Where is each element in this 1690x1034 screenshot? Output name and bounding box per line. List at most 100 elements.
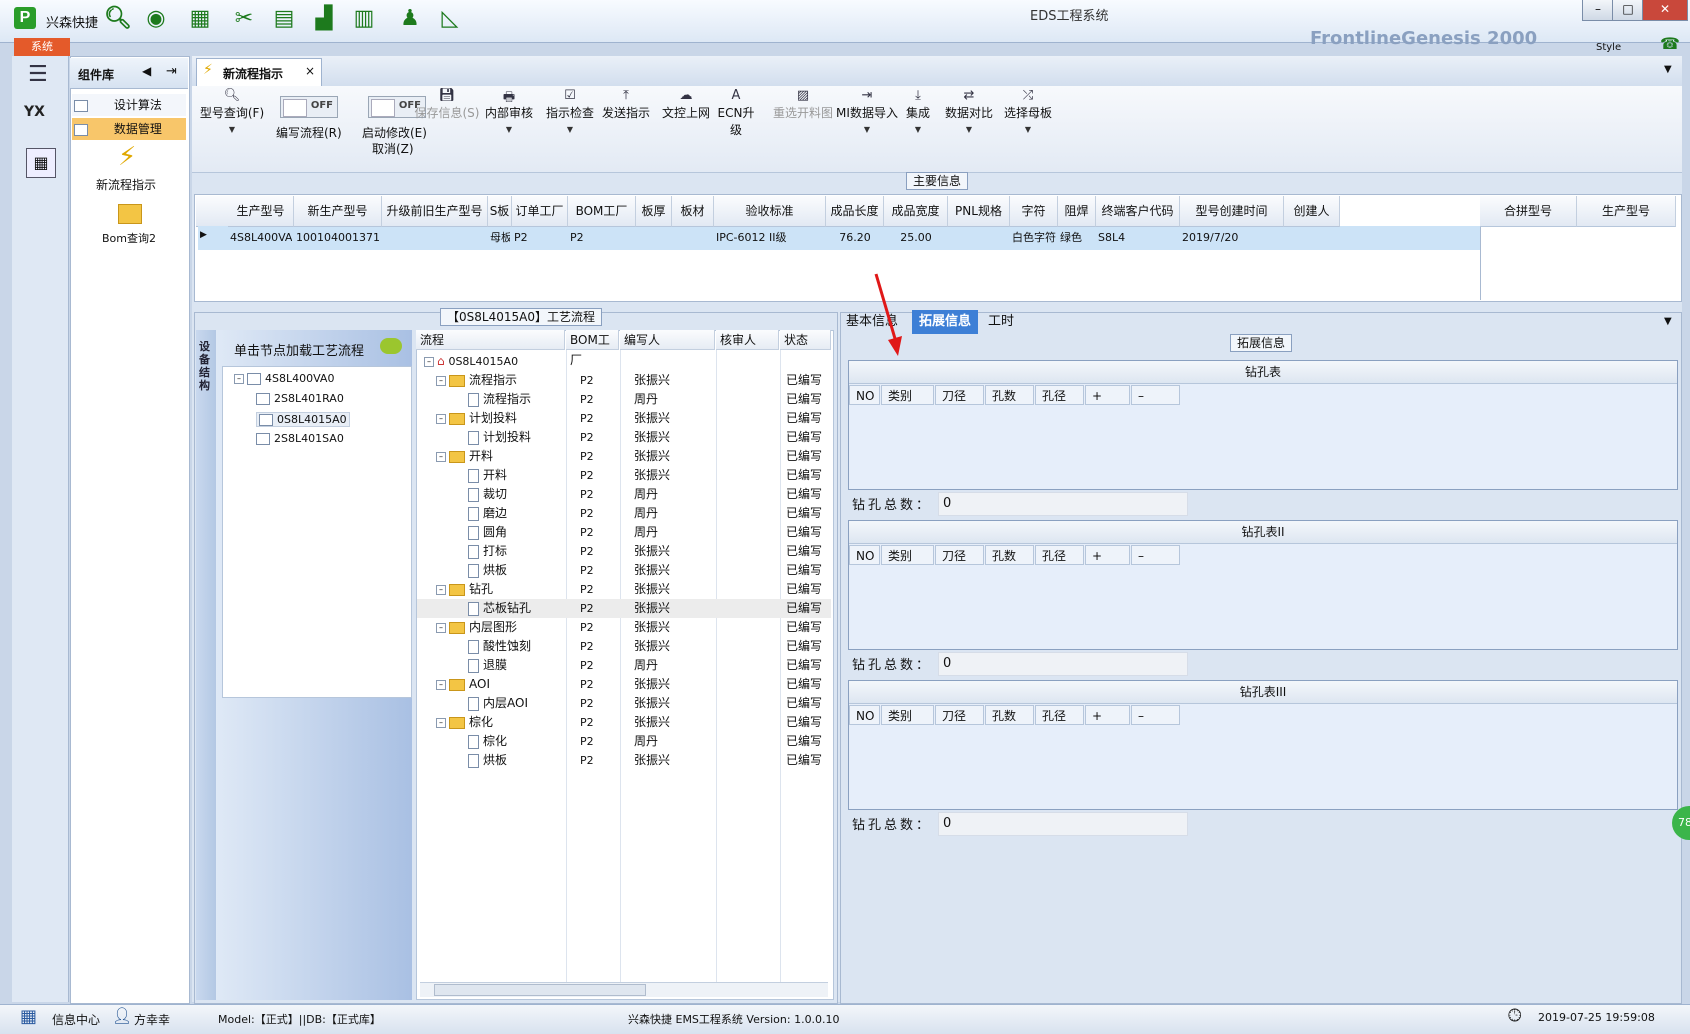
collapse-icon[interactable]: – (436, 413, 446, 424)
drill-total-field[interactable]: 0 (938, 652, 1188, 676)
building-icon[interactable]: ▟ (310, 5, 338, 33)
comp-item-design-algorithm[interactable]: 设计算法 (72, 94, 186, 116)
model-query-button[interactable]: 🔍︎ 型号查询(F) ▼ (196, 88, 268, 134)
user-icon[interactable]: ♟ (396, 5, 424, 33)
instruction-check-button[interactable]: ☑ 指示检查 ▼ (542, 88, 598, 134)
system-tab[interactable]: 系统 (14, 38, 70, 56)
collapse-icon[interactable]: – (436, 451, 446, 462)
list-item[interactable]: – 钻孔 (436, 580, 493, 599)
node-icon (256, 393, 270, 405)
tree-node[interactable]: 2S8L401RA0 (256, 392, 344, 405)
integrate-button[interactable]: ⤓ 集成 ▼ (900, 88, 936, 134)
remove-row-button[interactable]: – (1131, 545, 1180, 565)
remove-row-button[interactable]: – (1131, 705, 1180, 725)
add-row-button[interactable]: + (1085, 705, 1130, 725)
collapse-icon[interactable]: – (424, 356, 434, 367)
banner-label: FrontlineGenesis 2000 (1310, 28, 1538, 49)
collapse-arrow-icon[interactable]: ◀ (142, 64, 151, 78)
list-item[interactable]: – 棕化 (436, 713, 493, 732)
list-item[interactable]: – 计划投料 (436, 409, 517, 428)
list-item[interactable]: 磨边 (468, 504, 507, 523)
search-icon[interactable]: 🔍︎ (104, 5, 132, 33)
close-button[interactable]: ✕ (1642, 0, 1688, 21)
internal-review-button[interactable]: 🖶︎ 内部审核 ▼ (484, 88, 534, 134)
minimize-button[interactable]: – (1582, 0, 1614, 21)
yx-module-icon[interactable]: YX (24, 104, 56, 132)
calculator-icon[interactable]: ▦ (26, 148, 56, 178)
drill-total-field[interactable]: 0 (938, 492, 1188, 516)
list-item[interactable]: 流程指示 (468, 390, 531, 409)
tree-node[interactable]: – 4S8L400VA0 (234, 372, 334, 385)
collapse-icon[interactable]: – (436, 622, 446, 633)
list-item[interactable]: 打标 (468, 542, 507, 561)
list-item[interactable]: 棕化 (468, 732, 507, 751)
scrollbar-thumb[interactable] (434, 984, 646, 996)
list-item[interactable]: 内层AOI (468, 694, 528, 713)
list-item[interactable]: 酸性蚀刻 (468, 637, 531, 656)
extended-caption: 拓展信息 (1230, 334, 1293, 352)
windows-grid-icon[interactable]: ▦ (20, 1008, 40, 1026)
collapse-icon[interactable]: – (234, 374, 244, 384)
remove-row-button[interactable]: – (1131, 385, 1180, 405)
list-item[interactable]: 圆角 (468, 523, 507, 542)
reselect-cutting-button[interactable]: ▨ 重选开料图 (770, 88, 836, 121)
list-item[interactable]: – AOI (436, 675, 490, 694)
select-mother-board-button[interactable]: ⤮ 选择母板 ▼ (1002, 88, 1054, 134)
send-instruction-button[interactable]: ⤒ 发送指示 (598, 88, 654, 121)
table-icon[interactable]: ▥ (350, 5, 378, 33)
drill-column-header: 孔数 (985, 385, 1034, 405)
tab-dropdown-icon[interactable]: ▼ (1664, 64, 1672, 75)
collapse-icon[interactable]: – (436, 717, 446, 728)
list-item[interactable]: 烘板 (468, 561, 507, 580)
film-icon[interactable]: ▤ (270, 5, 298, 33)
tree-node[interactable]: 0S8L4015A0 (256, 412, 350, 427)
tab-close-icon[interactable]: × (305, 64, 315, 78)
tab-work-hours[interactable]: 工时 (988, 310, 1014, 334)
chart-icon[interactable]: ◺ (436, 5, 464, 33)
tree-node[interactable]: 2S8L401SA0 (256, 432, 344, 445)
list-item[interactable]: – 流程指示 (436, 371, 517, 390)
list-item[interactable]: 计划投料 (468, 428, 531, 447)
add-row-button[interactable]: + (1085, 385, 1130, 405)
collapse-icon[interactable]: – (436, 584, 446, 595)
info-center-link[interactable]: 信息中心 (52, 1011, 100, 1028)
grid-icon[interactable]: ▦ (186, 5, 214, 33)
globe-icon[interactable]: ◉ (142, 5, 170, 33)
style-menu[interactable]: Style (1596, 42, 1621, 53)
list-item[interactable]: 裁切 (468, 485, 507, 504)
row-header-corner (196, 196, 229, 227)
comp-item-data-management[interactable]: 数据管理 (72, 118, 186, 140)
doc-control-button[interactable]: ☁ 文控上网 (658, 88, 714, 121)
list-item[interactable]: 芯板钻孔 (468, 599, 531, 618)
tools-icon[interactable]: ✂ (230, 5, 258, 33)
equipment-structure-tab[interactable] (196, 330, 216, 1000)
panel-dropdown-icon[interactable]: ▼ (1664, 316, 1672, 327)
tool-bom-query[interactable]: Bom查询2 (102, 230, 156, 246)
list-item[interactable]: 烘板 (468, 751, 507, 770)
save-info-button[interactable]: 💾︎ 保存信息(S) (412, 88, 482, 121)
list-item[interactable]: – 内层图形 (436, 618, 517, 637)
list-item[interactable]: 退膜 (468, 656, 507, 675)
lightning-icon[interactable]: ⚡ (118, 142, 136, 172)
list-item[interactable]: – 开料 (436, 447, 493, 466)
data-compare-button[interactable]: ⇄ 数据对比 ▼ (940, 88, 998, 134)
collapse-icon[interactable]: – (436, 375, 446, 386)
cancel-edit-button[interactable]: 取消(Z) (372, 140, 414, 157)
add-row-button[interactable]: + (1085, 545, 1130, 565)
drill-total-field[interactable]: 0 (938, 812, 1188, 836)
table-cell: 25.00 (900, 231, 932, 244)
tab-extended-info[interactable]: 拓展信息 (912, 310, 978, 334)
tool-new-flow[interactable]: 新流程指示 (96, 176, 156, 193)
restore-button[interactable]: □ (1612, 0, 1644, 21)
write-flow-toggle[interactable]: OFF (280, 96, 338, 118)
phone-icon[interactable]: ☎ (1660, 34, 1680, 53)
menu-icon[interactable]: ☰ (28, 62, 48, 87)
collapse-icon[interactable]: – (436, 679, 446, 690)
ecn-upgrade-button[interactable]: A ECN升级 (712, 88, 760, 138)
process-root[interactable]: – ⌂ 0S8L4015A0 (424, 352, 518, 371)
list-item[interactable]: 开料 (468, 466, 507, 485)
folder-icon[interactable] (118, 204, 142, 224)
pin-icon[interactable]: ⇥ (166, 64, 177, 79)
tab-new-flow[interactable]: ⚡ 新流程指示 × (196, 58, 322, 87)
mi-import-button[interactable]: ⇥ MI数据导入 ▼ (836, 88, 898, 134)
